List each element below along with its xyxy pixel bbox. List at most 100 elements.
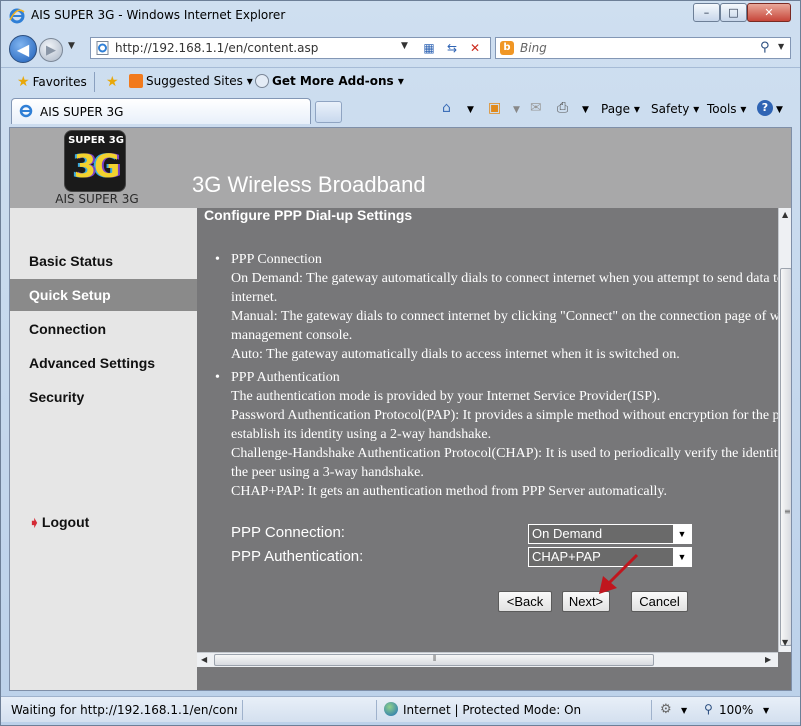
home-dropdown-icon[interactable]: ▼	[467, 105, 474, 115]
feeds-dropdown-icon[interactable]: ▼	[513, 105, 520, 115]
navigation-bar: ◀ ▶ ▼ http://192.168.1.1/en/content.asp …	[1, 31, 800, 65]
horizontal-scroll-thumb[interactable]: ⦀	[214, 654, 654, 666]
title-bar: AIS SUPER 3G - Windows Internet Explorer…	[1, 1, 800, 31]
feeds-icon[interactable]: ▣	[488, 100, 501, 116]
vertical-scrollbar[interactable]: ▲ ≡ ▼	[778, 208, 791, 652]
chevron-down-icon[interactable]: ▼	[673, 525, 691, 543]
tab-bar: AIS SUPER 3G ⌂ ▼ ▣ ▼ ✉ ⎙ ▼ Page ▾ Safety…	[1, 95, 800, 125]
bing-icon: b	[500, 41, 514, 55]
pap-help: Password Authentication Protocol(PAP): I…	[231, 408, 778, 442]
ppp-connection-label: PPP Connection:	[231, 524, 345, 541]
scroll-down-icon[interactable]: ▼	[782, 638, 788, 647]
vertical-scroll-thumb[interactable]: ≡	[780, 268, 791, 646]
suggested-sites-icon	[129, 74, 143, 88]
logout-arrow-icon: ➧	[29, 515, 40, 530]
sidebar-item-quick-setup[interactable]: Quick Setup	[10, 279, 197, 311]
compatibility-view-icon[interactable]: ▦	[421, 41, 437, 57]
auto-help: Auto: The gateway automatically dials to…	[231, 347, 680, 362]
get-more-addons-link[interactable]: Get More Add-ons ▾	[255, 74, 404, 88]
page-viewport: SUPER 3G 3G AIS SUPER 3G 3G Wireless Bro…	[9, 127, 792, 691]
status-divider	[651, 700, 652, 720]
minimize-button[interactable]: –	[693, 3, 720, 22]
close-button[interactable]: ✕	[747, 3, 791, 22]
security-zone-text[interactable]: Internet | Protected Mode: On	[403, 703, 581, 717]
print-dropdown-icon[interactable]: ▼	[582, 105, 589, 115]
address-url[interactable]: http://192.168.1.1/en/content.asp	[115, 41, 318, 55]
sidebar: Basic Status Quick Setup Connection Adva…	[10, 208, 197, 690]
protected-mode-icon[interactable]: ⚙	[660, 702, 672, 717]
scroll-up-icon[interactable]: ▲	[782, 210, 788, 219]
scroll-right-icon[interactable]: ▶	[765, 655, 771, 664]
search-placeholder[interactable]: Bing	[520, 41, 547, 55]
sidebar-item-security[interactable]: Security	[10, 381, 197, 413]
search-dropdown-icon[interactable]: ▼	[778, 42, 784, 51]
help-text: PPP Connection On Demand: The gateway au…	[215, 250, 778, 501]
manual-help: Manual: The gateway dials to connect int…	[231, 309, 778, 343]
favorites-button[interactable]: ★ Favorites	[17, 74, 87, 90]
help-icon[interactable]: ?	[757, 100, 773, 116]
logout-label: Logout	[41, 514, 90, 530]
annotation-arrow-icon	[599, 553, 639, 594]
logout-link[interactable]: ➧ Logout	[29, 514, 89, 531]
search-icon[interactable]: ⚲	[760, 40, 770, 55]
favorites-separator	[94, 72, 95, 92]
scroll-left-icon[interactable]: ◀	[201, 655, 207, 664]
address-dropdown-icon[interactable]: ▼	[401, 41, 408, 51]
ppp-authentication-label: PPP Authentication:	[231, 548, 364, 565]
logo-3g-text: 3G	[73, 147, 121, 185]
zoom-dropdown-icon[interactable]: ▼	[763, 706, 769, 715]
address-bar[interactable]: http://192.168.1.1/en/content.asp ▼ ▦ ⇆ …	[90, 37, 491, 59]
history-dropdown-icon[interactable]: ▼	[68, 41, 75, 51]
logo-super-text: SUPER 3G	[68, 135, 124, 146]
sidebar-item-basic-status[interactable]: Basic Status	[10, 245, 197, 277]
tools-menu[interactable]: Tools ▾	[707, 102, 746, 116]
favorites-bar: ★ Favorites ★ Suggested Sites ▾ Get More…	[1, 67, 800, 95]
window-title: AIS SUPER 3G - Windows Internet Explorer	[31, 8, 286, 22]
ppp-authentication-value: CHAP+PAP	[532, 549, 601, 564]
sidebar-item-advanced-settings[interactable]: Advanced Settings	[10, 347, 197, 379]
on-demand-help: On Demand: The gateway automatically dia…	[231, 271, 778, 305]
help-dropdown-icon[interactable]: ▼	[776, 105, 783, 115]
status-divider	[242, 700, 243, 720]
ppp-connection-heading: PPP Connection	[231, 252, 322, 267]
get-more-addons-label: Get More Add-ons ▾	[272, 74, 404, 88]
grip-icon: ⦀	[433, 654, 437, 663]
sidebar-item-connection[interactable]: Connection	[10, 313, 197, 345]
home-icon[interactable]: ⌂	[442, 100, 451, 116]
refresh-icon[interactable]: ⇆	[444, 41, 460, 57]
print-icon[interactable]: ⎙	[557, 100, 568, 116]
search-box[interactable]: b Bing ⚲ ▼	[495, 37, 791, 59]
add-to-favorites-bar-button[interactable]: ★	[106, 74, 119, 90]
ais-super-3g-logo: SUPER 3G 3G AIS SUPER 3G	[50, 128, 144, 208]
internet-zone-globe-icon	[384, 702, 398, 716]
forward-arrow-icon[interactable]: ▶	[39, 38, 63, 62]
router-header: SUPER 3G 3G AIS SUPER 3G 3G Wireless Bro…	[10, 128, 791, 208]
page-title: 3G Wireless Broadband	[192, 172, 426, 197]
tab-ais-super-3g[interactable]: AIS SUPER 3G	[11, 98, 311, 124]
maximize-button[interactable]: □	[720, 3, 747, 22]
horizontal-scrollbar[interactable]: ◀ ⦀ ▶	[197, 652, 778, 667]
ppp-auth-heading: PPP Authentication	[231, 370, 340, 385]
read-mail-icon[interactable]: ✉	[530, 100, 542, 116]
back-button[interactable]: <Back	[498, 591, 552, 612]
stop-icon[interactable]: ✕	[467, 41, 483, 57]
main-content: Configure PPP Dial-up Settings PPP Conne…	[197, 208, 778, 652]
status-bar: Waiting for http://192.168.1.1/en/conn.a…	[1, 696, 800, 722]
ppp-connection-select[interactable]: On Demand ▼	[528, 524, 692, 544]
addons-page-icon	[255, 74, 269, 88]
ppp-connection-value: On Demand	[532, 526, 603, 541]
page-menu[interactable]: Page ▾	[601, 102, 640, 116]
chap-help: Challenge-Handshake Authentication Proto…	[231, 446, 778, 480]
back-arrow-icon[interactable]: ◀	[9, 35, 37, 63]
suggested-sites-link[interactable]: Suggested Sites ▾	[129, 74, 253, 88]
safety-menu[interactable]: Safety ▾	[651, 102, 699, 116]
suggested-sites-label: Suggested Sites ▾	[146, 74, 253, 88]
favorites-label: Favorites	[32, 75, 87, 89]
new-tab-button[interactable]	[315, 101, 342, 123]
protected-mode-dropdown-icon[interactable]: ▼	[681, 706, 687, 715]
chevron-down-icon[interactable]: ▼	[673, 548, 691, 566]
ppp-authentication-help: PPP Authentication The authentication mo…	[215, 368, 778, 501]
zoom-level[interactable]: 100%	[719, 703, 753, 717]
status-divider	[376, 700, 377, 720]
zoom-icon[interactable]: ⚲	[704, 702, 713, 716]
